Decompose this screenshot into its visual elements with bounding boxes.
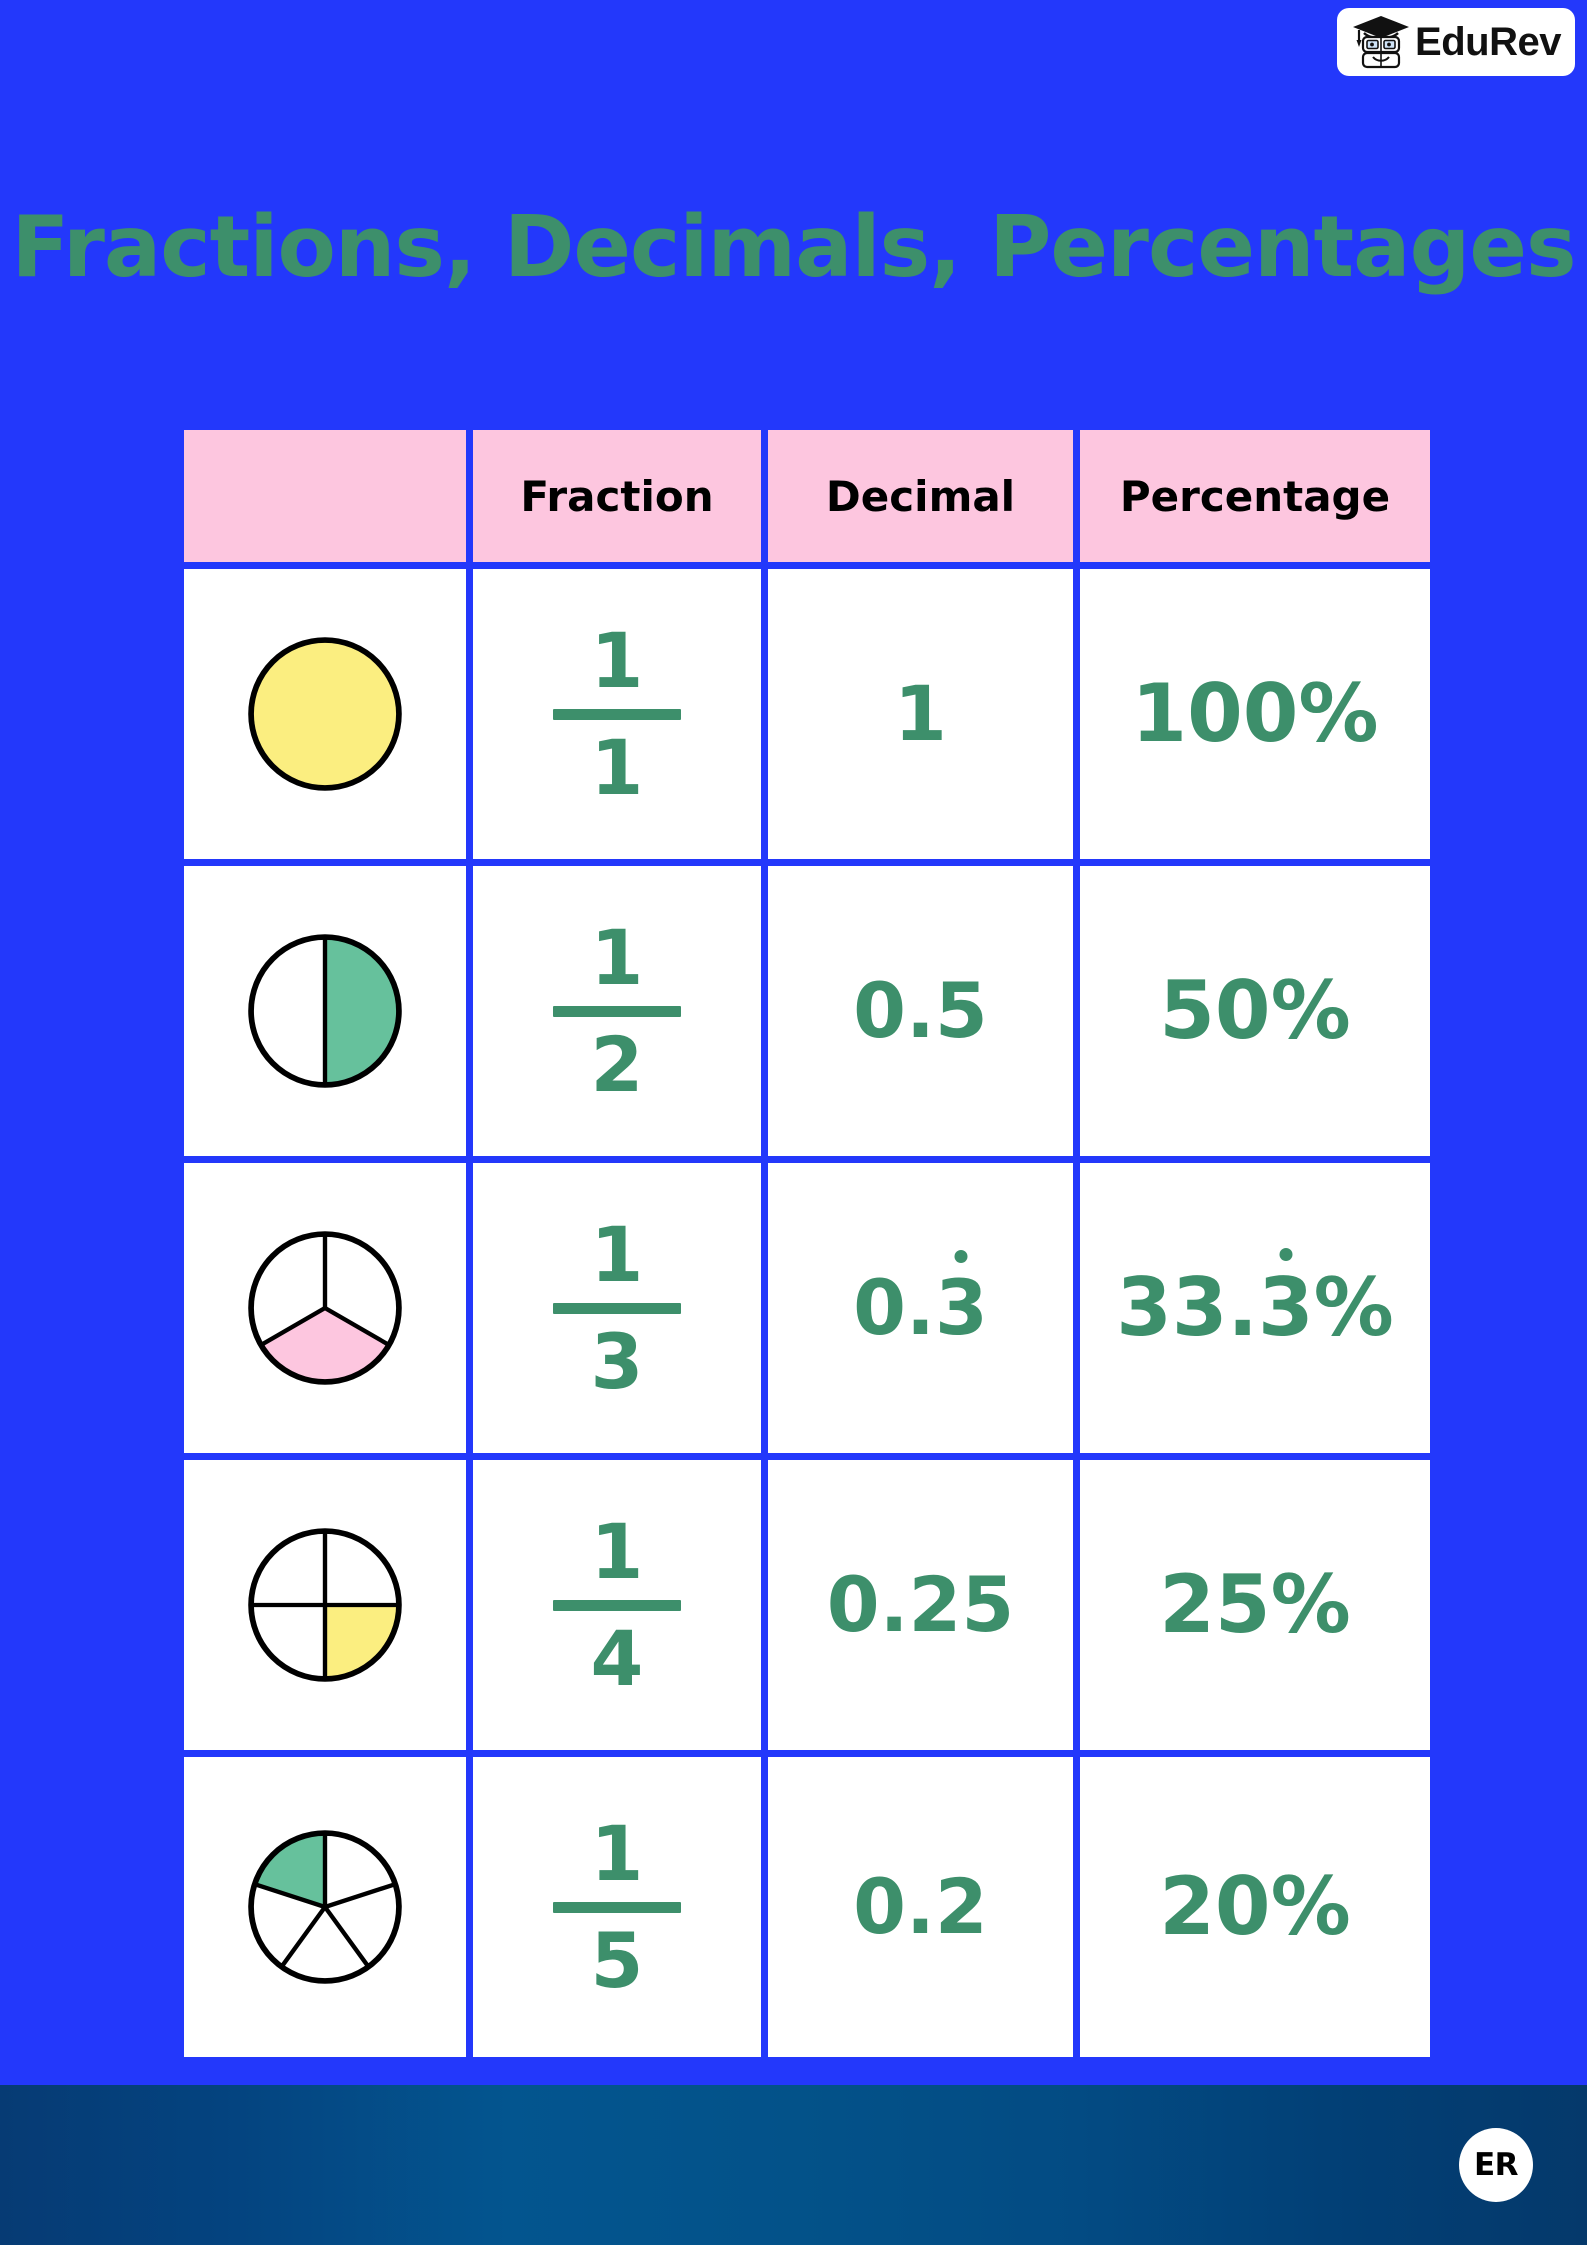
shape-cell bbox=[184, 1757, 466, 2057]
fraction-bar bbox=[553, 1005, 681, 1017]
fraction-value: 1 5 bbox=[553, 1810, 681, 2005]
column-header-decimal: Decimal bbox=[768, 430, 1073, 562]
fraction-bar bbox=[553, 1599, 681, 1611]
edurev-logo-text: EduRev bbox=[1415, 20, 1561, 64]
column-header-percentage: Percentage bbox=[1080, 430, 1430, 562]
fraction-denominator: 2 bbox=[590, 1019, 644, 1109]
fraction-denominator: 3 bbox=[590, 1316, 644, 1406]
table-row: 1 3 0.3 33.3% bbox=[184, 1163, 1430, 1453]
graduate-robot-icon bbox=[1353, 16, 1410, 69]
footer-bar: ER bbox=[0, 2085, 1587, 2245]
fraction-numerator: 1 bbox=[590, 912, 644, 1002]
percentage-cell: 100% bbox=[1080, 569, 1430, 859]
percent-sign: % bbox=[1313, 1261, 1394, 1354]
table-row: 1 2 0.5 50% bbox=[184, 866, 1430, 1156]
shape-cell bbox=[184, 569, 466, 859]
decimal-value: 0.25 bbox=[826, 1560, 1015, 1649]
fraction-denominator: 4 bbox=[590, 1613, 644, 1703]
circle-1-of-1-icon bbox=[248, 637, 402, 791]
percentage-cell: 20% bbox=[1080, 1757, 1430, 2057]
percentage-cell: 33.3% bbox=[1080, 1163, 1430, 1453]
shape-cell bbox=[184, 1460, 466, 1750]
decimal-cell: 0.3 bbox=[768, 1163, 1073, 1453]
percentage-value: 25% bbox=[1159, 1558, 1351, 1651]
fractions-decimals-percentages-table: Fraction Decimal Percentage 1 1 1 100% 1… bbox=[177, 423, 1430, 2064]
circle-1-of-3-icon bbox=[248, 1231, 402, 1385]
decimal-cell: 0.25 bbox=[768, 1460, 1073, 1750]
decimal-value: 0.3 bbox=[853, 1263, 988, 1352]
decimal-value: 1 bbox=[894, 669, 947, 758]
fraction-numerator: 1 bbox=[590, 615, 644, 705]
fraction-cell: 1 1 bbox=[473, 569, 761, 859]
percentage-cell: 50% bbox=[1080, 866, 1430, 1156]
footer-er-badge: ER bbox=[1459, 2128, 1533, 2202]
percentage-value: 50% bbox=[1159, 964, 1351, 1057]
decimal-value: 0.2 bbox=[853, 1862, 988, 1951]
circle-1-of-2-icon bbox=[248, 934, 402, 1088]
fraction-value: 1 4 bbox=[553, 1508, 681, 1703]
circle-1-of-5-icon bbox=[248, 1830, 402, 1984]
percentage-cell: 25% bbox=[1080, 1460, 1430, 1750]
fraction-value: 1 1 bbox=[553, 617, 681, 812]
percentage-value-base: 33. bbox=[1116, 1261, 1258, 1354]
decimal-value: 0.5 bbox=[853, 966, 988, 1055]
fraction-cell: 1 2 bbox=[473, 866, 761, 1156]
fraction-numerator: 1 bbox=[590, 1506, 644, 1596]
circle-1-of-4-icon bbox=[248, 1528, 402, 1682]
fraction-value: 1 3 bbox=[553, 1211, 681, 1406]
column-header-fraction: Fraction bbox=[473, 430, 761, 562]
shape-cell bbox=[184, 1163, 466, 1453]
fraction-bar bbox=[553, 1901, 681, 1913]
table-row: 1 5 0.2 20% bbox=[184, 1757, 1430, 2057]
table-row: 1 4 0.25 25% bbox=[184, 1460, 1430, 1750]
page-title: Fractions, Decimals, Percentages bbox=[11, 197, 1576, 297]
fraction-numerator: 1 bbox=[590, 1808, 644, 1898]
recurring-digit: 3 bbox=[1257, 1261, 1314, 1354]
percentage-value: 100% bbox=[1131, 667, 1379, 760]
decimal-cell: 1 bbox=[768, 569, 1073, 859]
percentage-value: 20% bbox=[1159, 1860, 1351, 1953]
fraction-cell: 1 3 bbox=[473, 1163, 761, 1453]
column-header-shape bbox=[184, 430, 466, 562]
fraction-value: 1 2 bbox=[553, 914, 681, 1109]
edurev-logo-badge: EduRev bbox=[1337, 8, 1575, 76]
recurring-digit: 3 bbox=[934, 1263, 988, 1352]
fraction-bar bbox=[553, 1302, 681, 1314]
fraction-cell: 1 4 bbox=[473, 1460, 761, 1750]
fraction-numerator: 1 bbox=[590, 1209, 644, 1299]
fraction-bar bbox=[553, 708, 681, 720]
table-header-row: Fraction Decimal Percentage bbox=[184, 430, 1430, 562]
decimal-cell: 0.2 bbox=[768, 1757, 1073, 2057]
table-row: 1 1 1 100% bbox=[184, 569, 1430, 859]
fraction-denominator: 1 bbox=[590, 722, 644, 812]
fraction-denominator: 5 bbox=[590, 1915, 644, 2005]
fraction-cell: 1 5 bbox=[473, 1757, 761, 2057]
decimal-value-base: 0. bbox=[853, 1263, 935, 1352]
percentage-value: 33.3% bbox=[1116, 1261, 1394, 1354]
shape-cell bbox=[184, 866, 466, 1156]
decimal-cell: 0.5 bbox=[768, 866, 1073, 1156]
